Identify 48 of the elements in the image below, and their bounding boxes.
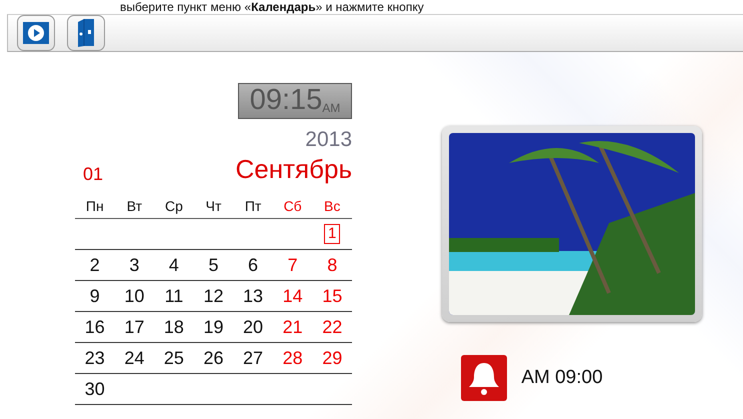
calendar-day[interactable]: 1 — [324, 224, 340, 244]
calendar-day[interactable]: 28 — [282, 349, 303, 367]
weekday-label: Пн — [86, 198, 104, 214]
clock-display: 09:15AM — [238, 83, 352, 119]
toolbar-button[interactable] — [67, 15, 105, 51]
calendar-day[interactable]: 23 — [84, 349, 105, 367]
calendar-day[interactable]: 26 — [203, 349, 224, 367]
weekday-label: Сб — [284, 198, 302, 214]
calendar-day[interactable]: 20 — [243, 318, 264, 336]
calendar-day[interactable]: 10 — [124, 287, 144, 305]
alarm-time: AM 09:00 — [521, 367, 603, 389]
binder-icon — [76, 18, 96, 48]
calendar-day[interactable]: 14 — [282, 287, 303, 305]
calendar-day[interactable]: 19 — [203, 318, 224, 336]
calendar-day[interactable]: 21 — [282, 318, 303, 336]
calendar-day[interactable]: 16 — [84, 318, 105, 336]
weekday-label: Вт — [126, 198, 142, 214]
calendar-day[interactable]: 7 — [288, 256, 298, 274]
calendar-day[interactable]: 25 — [164, 349, 184, 367]
month-name: Сентябрь — [236, 154, 352, 185]
weekday-label: Ср — [164, 198, 183, 214]
calendar-day[interactable]: 29 — [322, 349, 342, 367]
play-icon — [23, 22, 49, 44]
calendar-day[interactable]: 17 — [124, 318, 144, 336]
calendar-day[interactable]: 18 — [164, 318, 184, 336]
calendar-day[interactable]: 5 — [208, 256, 218, 274]
calendar-day[interactable]: 6 — [248, 256, 258, 274]
calendar-day[interactable]: 2 — [90, 256, 100, 274]
calendar-day[interactable]: 11 — [164, 287, 184, 305]
year-label: 2013 — [305, 128, 352, 152]
calendar-day[interactable]: 15 — [322, 287, 342, 305]
calendar-day[interactable]: 3 — [129, 256, 140, 274]
weekday-label: Вс — [324, 198, 340, 214]
calendar-day[interactable]: 30 — [84, 380, 105, 398]
toolbar-button[interactable] — [17, 15, 55, 51]
calendar-day[interactable]: 9 — [90, 287, 100, 305]
weekday-label: Пт — [244, 198, 262, 214]
calendar-day[interactable]: 4 — [168, 256, 179, 274]
calendar-day[interactable]: 8 — [327, 256, 338, 274]
weekday-label: Чт — [206, 198, 222, 214]
calendar-day[interactable]: 27 — [243, 349, 264, 367]
calendar-day[interactable]: 13 — [243, 287, 264, 305]
calendar-day[interactable]: 12 — [203, 287, 224, 305]
bell-icon — [461, 355, 508, 401]
instruction-text: выберите пункт меню «Календарь» и нажмите кнопку — [119, 0, 425, 14]
month-number: 01 — [83, 164, 104, 185]
calendar-day[interactable]: 22 — [322, 318, 342, 336]
calendar-day[interactable]: 24 — [124, 349, 144, 367]
